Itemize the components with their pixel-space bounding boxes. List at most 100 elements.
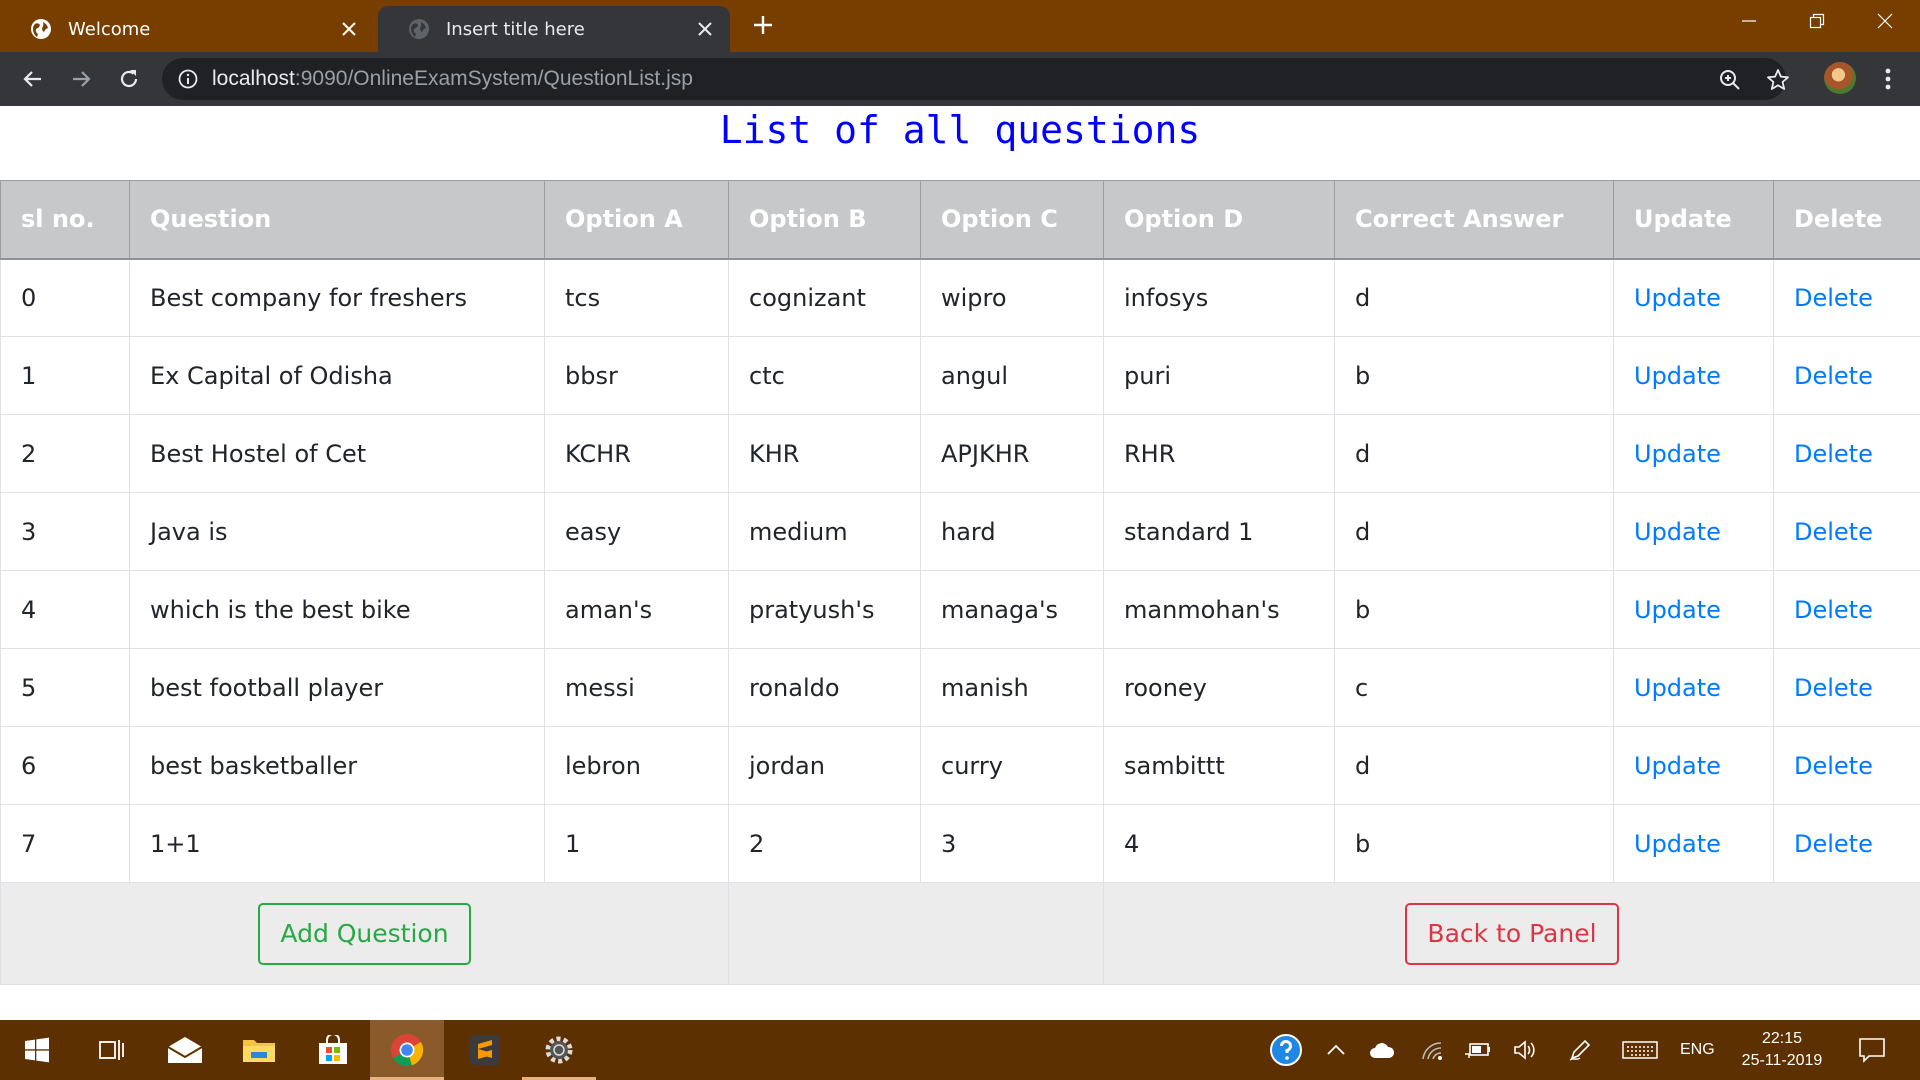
cell-question: 1+1 — [129, 804, 545, 883]
cell-option-a: lebron — [544, 726, 729, 805]
system-clock[interactable]: 22:15 25-11-2019 — [1728, 1028, 1836, 1072]
table-row: 3 Java is easy medium hard standard 1 d … — [0, 492, 1920, 571]
cell-option-c: 3 — [920, 804, 1104, 883]
update-link[interactable]: Update — [1634, 518, 1721, 546]
update-link[interactable]: Update — [1634, 752, 1721, 780]
delete-link[interactable]: Delete — [1794, 518, 1873, 546]
header-correct-answer: Correct Answer — [1334, 180, 1614, 260]
cell-delete: Delete — [1773, 804, 1920, 883]
cell-question: best football player — [129, 648, 545, 727]
cell-sl-no: 7 — [0, 804, 130, 883]
folder-icon — [243, 1040, 275, 1062]
mail-icon — [167, 1037, 203, 1063]
cell-option-b: cognizant — [728, 258, 921, 337]
table-row: 4 which is the best bike aman's pratyush… — [0, 570, 1920, 649]
back-to-panel-button[interactable]: Back to Panel — [1405, 902, 1619, 965]
delete-link[interactable]: Delete — [1794, 830, 1873, 858]
info-icon[interactable] — [178, 69, 198, 89]
globe-icon — [409, 19, 429, 39]
cell-option-d: infosys — [1103, 258, 1335, 337]
taskbar-settings-app[interactable] — [522, 1020, 596, 1080]
clock-time: 22:15 — [1761, 1030, 1803, 1047]
input-language[interactable]: ENG — [1680, 1020, 1715, 1080]
wifi-icon[interactable] — [1418, 1036, 1446, 1064]
help-icon[interactable] — [1270, 1034, 1302, 1066]
delete-link[interactable]: Delete — [1794, 752, 1873, 780]
arrow-left-icon — [23, 71, 41, 87]
cell-sl-no: 3 — [0, 492, 130, 571]
cell-sl-no: 0 — [0, 258, 130, 337]
close-tab-icon[interactable] — [694, 18, 716, 40]
cell-option-b: ronaldo — [728, 648, 921, 727]
close-window-button[interactable] — [1852, 0, 1918, 42]
cell-sl-no: 5 — [0, 648, 130, 727]
battery-icon[interactable] — [1464, 1036, 1492, 1064]
update-link[interactable]: Update — [1634, 830, 1721, 858]
delete-link[interactable]: Delete — [1794, 596, 1873, 624]
header-option-c: Option C — [920, 180, 1104, 260]
reload-icon — [120, 70, 138, 88]
minimize-icon — [1742, 20, 1756, 22]
cell-question: best basketballer — [129, 726, 545, 805]
zoom-icon[interactable] — [1718, 68, 1742, 92]
close-tab-icon[interactable] — [338, 18, 360, 40]
footer-cell-add: Add Question — [0, 882, 729, 985]
table-row: 1 Ex Capital of Odisha bbsr ctc angul pu… — [0, 336, 1920, 415]
close-icon — [1877, 13, 1893, 29]
reload-button[interactable] — [114, 64, 144, 94]
header-delete: Delete — [1773, 180, 1920, 260]
cell-option-c: angul — [920, 336, 1104, 415]
new-tab-button[interactable] — [746, 10, 780, 44]
minimize-button[interactable] — [1716, 0, 1782, 42]
cell-correct-answer: d — [1334, 726, 1614, 805]
restore-button[interactable] — [1784, 0, 1850, 42]
pen-icon[interactable] — [1566, 1036, 1594, 1064]
back-button[interactable] — [18, 64, 48, 94]
taskbar-mail[interactable] — [148, 1020, 222, 1080]
update-link[interactable]: Update — [1634, 362, 1721, 390]
cell-question: which is the best bike — [129, 570, 545, 649]
url-path: :9090/OnlineExamSystem/QuestionList.jsp — [294, 67, 693, 90]
update-link[interactable]: Update — [1634, 440, 1721, 468]
add-question-button[interactable]: Add Question — [258, 902, 471, 965]
tab-insert-title[interactable]: Insert title here — [378, 6, 730, 52]
start-button[interactable] — [0, 1020, 74, 1080]
volume-icon[interactable] — [1512, 1036, 1540, 1064]
header-option-b: Option B — [728, 180, 921, 260]
delete-link[interactable]: Delete — [1794, 284, 1873, 312]
taskbar-store[interactable] — [296, 1020, 370, 1080]
taskbar-file-explorer[interactable] — [222, 1020, 296, 1080]
url-text: localhost:9090/OnlineExamSystem/Question… — [212, 58, 693, 100]
header-option-a: Option A — [544, 180, 729, 260]
menu-kebab-icon[interactable] — [1876, 62, 1900, 96]
update-link[interactable]: Update — [1634, 596, 1721, 624]
taskbar-sublime[interactable] — [448, 1020, 522, 1080]
cell-option-b: jordan — [728, 726, 921, 805]
footer-cell-back: Back to Panel — [1103, 882, 1920, 985]
table-footer-row: Add Question Back to Panel — [0, 882, 1920, 985]
cloud-icon[interactable] — [1368, 1036, 1396, 1064]
forward-button[interactable] — [66, 64, 96, 94]
profile-avatar[interactable] — [1824, 62, 1856, 94]
taskbar-chrome[interactable] — [370, 1020, 444, 1080]
address-bar[interactable]: localhost:9090/OnlineExamSystem/Question… — [162, 58, 1789, 100]
footer-cell-empty — [728, 882, 1104, 985]
task-view-button[interactable] — [74, 1020, 148, 1080]
table-row: 2 Best Hostel of Cet KCHR KHR APJKHR RHR… — [0, 414, 1920, 493]
cell-option-a: 1 — [544, 804, 729, 883]
table-row: 0 Best company for freshers tcs cognizan… — [0, 258, 1920, 337]
tab-welcome[interactable]: Welcome — [0, 6, 374, 52]
globe-icon — [31, 19, 51, 39]
chevron-up-icon[interactable] — [1322, 1036, 1350, 1064]
star-icon[interactable] — [1766, 68, 1790, 92]
cell-option-c: manish — [920, 648, 1104, 727]
cell-correct-answer: c — [1334, 648, 1614, 727]
delete-link[interactable]: Delete — [1794, 440, 1873, 468]
delete-link[interactable]: Delete — [1794, 362, 1873, 390]
update-link[interactable]: Update — [1634, 674, 1721, 702]
notification-icon[interactable] — [1856, 1034, 1888, 1066]
update-link[interactable]: Update — [1634, 284, 1721, 312]
delete-link[interactable]: Delete — [1794, 674, 1873, 702]
cell-update: Update — [1613, 492, 1774, 571]
keyboard-icon[interactable] — [1622, 1036, 1658, 1064]
